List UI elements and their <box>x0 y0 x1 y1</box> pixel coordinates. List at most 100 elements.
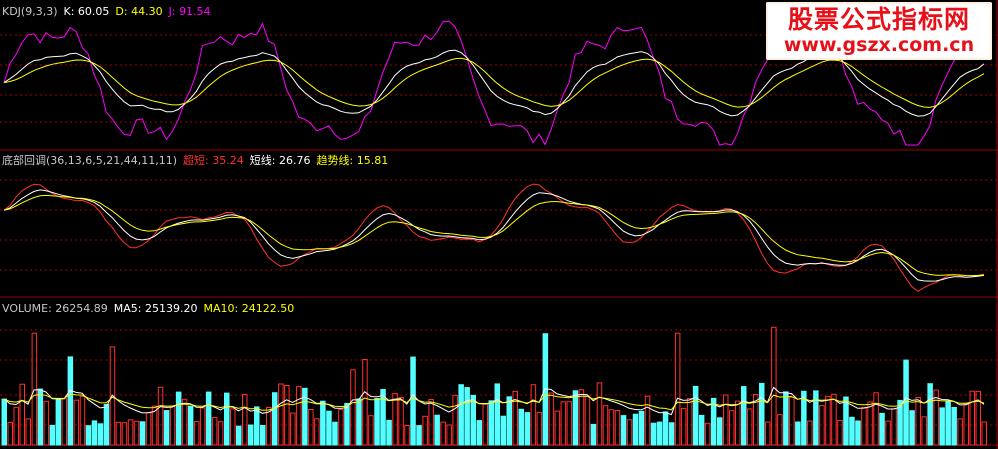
bottom-adjust-indicator-name: 底部回调(36,13,6,5,21,44,11,11) <box>2 154 178 167</box>
volume-bar <box>590 423 597 446</box>
volume-bar <box>843 396 849 446</box>
volume-bar <box>921 416 927 446</box>
volume-bar <box>777 414 783 446</box>
volume-bar <box>494 383 500 446</box>
volume-bar <box>236 425 242 446</box>
volume-bar <box>458 384 464 446</box>
trend-line <box>3 194 985 277</box>
volume-bar <box>620 415 627 446</box>
volume-bar <box>61 398 68 446</box>
volume-bar <box>717 417 723 446</box>
volume-bar <box>578 389 585 446</box>
volume-bar <box>608 409 615 446</box>
volume-bar <box>332 421 338 446</box>
volume-bar <box>957 418 963 446</box>
volume-bar <box>909 410 915 446</box>
volume-bar <box>416 425 422 446</box>
volume-bar <box>464 387 470 446</box>
volume-bar <box>368 415 374 446</box>
bottom-adjust-panel <box>3 183 985 292</box>
volume-bar <box>278 383 284 446</box>
kdj-k-value: 60.05 <box>77 5 110 18</box>
volume-bar <box>37 388 44 446</box>
volume-bar <box>680 408 687 446</box>
volume-bar <box>470 394 476 446</box>
volume-bar <box>735 400 741 446</box>
volume-bar <box>290 412 296 446</box>
volume-bar <box>975 390 981 446</box>
short-value: 26.76 <box>278 154 311 167</box>
volume-bar <box>506 396 512 446</box>
volume-bar <box>362 359 368 446</box>
volume-bar <box>855 420 861 446</box>
volume-bar <box>789 396 795 446</box>
volume-bar <box>548 392 555 446</box>
volume-bar <box>891 408 897 446</box>
volume-bar <box>674 332 681 446</box>
volume-bar <box>121 422 128 446</box>
kdj-k-label: K: <box>63 5 75 18</box>
volume-bar <box>428 399 434 446</box>
volume-bar <box>19 383 25 446</box>
short-label: 短线: <box>249 154 276 167</box>
volume-bar <box>31 332 38 446</box>
volume-bar <box>230 408 236 446</box>
volume-bar <box>638 410 645 446</box>
volume-bar <box>795 421 801 446</box>
volume-bar <box>813 390 819 446</box>
volume-bar <box>43 400 50 446</box>
volume-bar <box>945 400 951 446</box>
ma10-label: MA10: <box>203 302 239 315</box>
volume-bar <box>632 413 639 446</box>
volume-bar <box>765 421 771 446</box>
volume-bar <box>79 395 86 446</box>
volume-bar <box>7 421 13 446</box>
volume-bar <box>320 400 326 446</box>
volume-bar <box>710 397 717 446</box>
kdj-j-value: 91.54 <box>179 5 211 18</box>
volume-bar <box>55 398 62 446</box>
volume-bar <box>308 409 314 446</box>
volume-bar <box>476 420 482 446</box>
volume-bar <box>867 401 873 446</box>
volume-bar <box>91 420 98 446</box>
volume-bar <box>963 403 969 446</box>
volume-bar <box>704 422 711 446</box>
volume-bar <box>326 410 332 446</box>
watermark-url: www.gszx.com.cn <box>783 34 975 56</box>
volume-bar <box>656 421 663 446</box>
volume-bar <box>662 411 669 446</box>
volume-bar <box>260 425 266 446</box>
volume-bar <box>338 409 344 446</box>
volume-bar <box>248 424 254 446</box>
ma5-label: MA5: <box>113 302 142 315</box>
trend-value: 15.81 <box>356 154 389 167</box>
volume-bar <box>524 412 531 446</box>
volume-bar <box>831 393 837 446</box>
volume-bar <box>49 424 56 446</box>
volume-bar <box>969 390 975 446</box>
trend-label: 趋势线: <box>316 154 354 167</box>
volume-bar <box>951 407 957 446</box>
ma5-value: 25139.20 <box>145 302 198 315</box>
ultra-short-label: 超短: <box>183 154 209 167</box>
volume-bar <box>205 391 212 446</box>
volume-bar <box>410 356 416 446</box>
volume-bar <box>650 422 657 446</box>
volume-bar <box>127 419 134 446</box>
volume-bar <box>530 384 537 446</box>
volume-bar <box>374 398 380 446</box>
volume-value: 26254.89 <box>55 302 108 315</box>
volume-bar <box>386 419 392 446</box>
volume-bar <box>741 386 747 446</box>
watermark-logo: 股票公式指标网 www.gszx.com.cn <box>766 2 992 60</box>
bottom-adjust-label-row: 底部回调(36,13,6,5,21,44,11,11) 超短: 35.24 短线… <box>2 154 388 168</box>
volume-bar <box>771 326 777 446</box>
volume-bar <box>560 401 567 446</box>
volume-bar <box>698 414 705 446</box>
volume-bar <box>783 391 789 446</box>
volume-bar <box>915 397 921 446</box>
kdj-j-label: J: <box>168 5 176 18</box>
volume-bar <box>181 398 188 446</box>
volume-bar <box>163 410 170 446</box>
